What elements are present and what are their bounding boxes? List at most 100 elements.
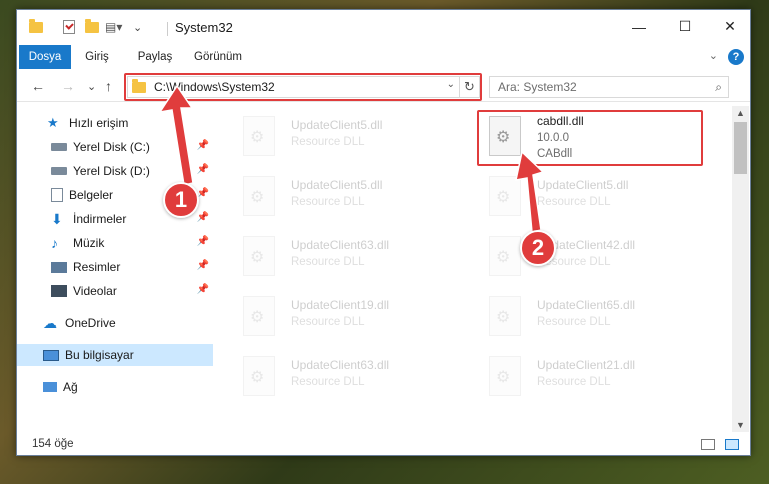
sidebar-item-videos[interactable]: Videolar 📌 xyxy=(17,280,213,302)
sidebar-item-label: Belgeler xyxy=(69,188,114,202)
file-description: Resource DLL xyxy=(291,196,365,208)
file-item[interactable]: UpdateClient19.dll Resource DLL xyxy=(235,290,465,346)
ribbon-tabs: Dosya Giriş Paylaş Görünüm ⌄ ? xyxy=(17,45,750,69)
dll-file-icon xyxy=(243,356,275,396)
sidebar-item-disk-c[interactable]: Yerel Disk (C:) 📌 xyxy=(17,136,213,158)
search-placeholder: Ara: System32 xyxy=(498,80,577,94)
pin-icon[interactable]: 📌 xyxy=(197,236,209,247)
sidebar-item-label: Resimler xyxy=(73,260,121,274)
sidebar-item-label: İndirmeler xyxy=(73,212,127,226)
download-icon: ⬇ xyxy=(51,211,63,227)
dll-file-icon xyxy=(489,296,521,336)
forward-button[interactable]: → xyxy=(61,78,75,94)
file-description: Resource DLL xyxy=(291,256,365,268)
title-bar: ▤▾ ⌄ System32 — ☐ ✕ xyxy=(17,10,750,43)
dll-file-icon xyxy=(243,296,275,336)
title-separator xyxy=(167,22,168,36)
close-button[interactable]: ✕ xyxy=(707,10,753,43)
help-icon[interactable]: ? xyxy=(728,49,744,65)
address-highlight xyxy=(124,73,482,101)
sidebar-item-label: Hızlı erişim xyxy=(69,116,129,130)
maximize-button[interactable]: ☐ xyxy=(662,10,708,43)
file-name: UpdateClient5.dll xyxy=(537,178,629,192)
file-item[interactable]: UpdateClient5.dll Resource DLL xyxy=(235,170,465,226)
status-bar: 154 öğe xyxy=(17,434,750,456)
quick-access-dropdown-icon[interactable]: ⌄ xyxy=(133,18,142,36)
sidebar-item-disk-d[interactable]: Yerel Disk (D:) 📌 xyxy=(17,160,213,182)
tab-view[interactable]: Görünüm xyxy=(189,45,247,69)
scroll-down-icon[interactable]: ▼ xyxy=(736,420,745,430)
pin-icon[interactable]: 📌 xyxy=(197,284,209,295)
sidebar-item-network[interactable]: Ağ xyxy=(17,376,213,398)
window-title: System32 xyxy=(175,20,233,35)
properties-icon[interactable] xyxy=(63,18,75,36)
file-item[interactable]: UpdateClient65.dll Resource DLL xyxy=(481,290,711,346)
sidebar-item-quick-access[interactable]: ★ Hızlı erişim xyxy=(17,112,213,134)
explorer-window: ▤▾ ⌄ System32 — ☐ ✕ Dosya Giriş Paylaş G… xyxy=(16,9,751,456)
minimize-button[interactable]: — xyxy=(616,10,662,43)
navigation-bar: ← → ⌄ ↑ C:\Windows\System32 ⌄ ↻ Ara: Sys… xyxy=(17,72,750,102)
cloud-icon: ☁ xyxy=(43,315,57,331)
sidebar-item-onedrive[interactable]: ☁ OneDrive xyxy=(17,312,213,334)
tab-home[interactable]: Giriş xyxy=(77,45,117,69)
file-description: Resource DLL xyxy=(291,376,365,388)
file-description: Resource DLL xyxy=(537,376,611,388)
navigation-pane: ★ Hızlı erişim Yerel Disk (C:) 📌 Yerel D… xyxy=(17,106,213,432)
pin-icon[interactable]: 📌 xyxy=(197,212,209,223)
sidebar-item-music[interactable]: ♪ Müzik 📌 xyxy=(17,232,213,254)
drive-icon xyxy=(51,143,67,151)
star-icon: ★ xyxy=(47,115,59,130)
file-description: Resource DLL xyxy=(537,316,611,328)
recent-locations-button[interactable]: ⌄ xyxy=(87,80,96,93)
documents-icon xyxy=(51,188,63,202)
folder-icon[interactable] xyxy=(29,18,43,36)
file-description: Resource DLL xyxy=(291,316,365,328)
pin-icon[interactable]: 📌 xyxy=(197,140,209,151)
pin-icon[interactable]: 📌 xyxy=(197,260,209,271)
details-view-icon[interactable] xyxy=(701,439,715,450)
sidebar-item-label: OneDrive xyxy=(65,316,116,330)
item-count: 154 öğe xyxy=(32,438,74,450)
scroll-thumb[interactable] xyxy=(734,122,747,174)
large-icons-view-icon[interactable] xyxy=(725,439,739,450)
pin-icon[interactable]: 📌 xyxy=(197,164,209,175)
back-button[interactable]: ← xyxy=(31,78,45,94)
file-item[interactable]: UpdateClient63.dll Resource DLL xyxy=(235,230,465,286)
customize-toolbar-icon[interactable]: ▤▾ xyxy=(105,18,122,36)
sidebar-item-label: Yerel Disk (D:) xyxy=(73,164,150,178)
sidebar-item-label: Yerel Disk (C:) xyxy=(73,140,150,154)
file-item[interactable]: UpdateClient42.dll Resource DLL xyxy=(481,230,711,286)
tab-share[interactable]: Paylaş xyxy=(129,45,181,69)
file-name: UpdateClient5.dll xyxy=(291,178,383,192)
up-button[interactable]: ↑ xyxy=(105,78,112,94)
search-icon[interactable]: ⌕ xyxy=(715,80,722,95)
file-item[interactable]: UpdateClient63.dll Resource DLL xyxy=(235,350,465,406)
file-description: Resource DLL xyxy=(537,196,611,208)
sidebar-item-pictures[interactable]: Resimler 📌 xyxy=(17,256,213,278)
file-name: UpdateClient21.dll xyxy=(537,358,636,372)
file-item[interactable]: UpdateClient5.dll Resource DLL xyxy=(235,110,465,166)
new-folder-icon[interactable] xyxy=(85,18,99,36)
music-icon: ♪ xyxy=(51,235,58,251)
sidebar-item-this-pc[interactable]: Bu bilgisayar xyxy=(17,344,213,366)
search-input[interactable]: Ara: System32 ⌕ xyxy=(489,76,729,98)
file-item[interactable]: UpdateClient21.dll Resource DLL xyxy=(481,350,711,406)
dll-file-icon xyxy=(489,176,521,216)
vertical-scrollbar[interactable]: ▲ ▼ xyxy=(732,106,749,432)
file-name: UpdateClient65.dll xyxy=(537,298,636,312)
sidebar-item-label: Müzik xyxy=(73,236,105,250)
tab-file[interactable]: Dosya xyxy=(19,45,71,69)
videos-icon xyxy=(51,285,67,297)
scroll-up-icon[interactable]: ▲ xyxy=(736,108,745,118)
dll-file-icon xyxy=(243,236,275,276)
sidebar-item-label: Bu bilgisayar xyxy=(65,348,134,362)
network-icon xyxy=(43,382,57,392)
dll-file-icon xyxy=(489,236,521,276)
sidebar-item-label: Ağ xyxy=(63,380,78,394)
file-description: Resource DLL xyxy=(291,136,365,148)
file-name: UpdateClient63.dll xyxy=(291,238,390,252)
file-item[interactable]: UpdateClient5.dll Resource DLL xyxy=(481,170,711,226)
step-badge-1: 1 xyxy=(163,182,199,218)
expand-ribbon-icon[interactable]: ⌄ xyxy=(709,49,718,62)
file-name: UpdateClient5.dll xyxy=(291,118,383,132)
